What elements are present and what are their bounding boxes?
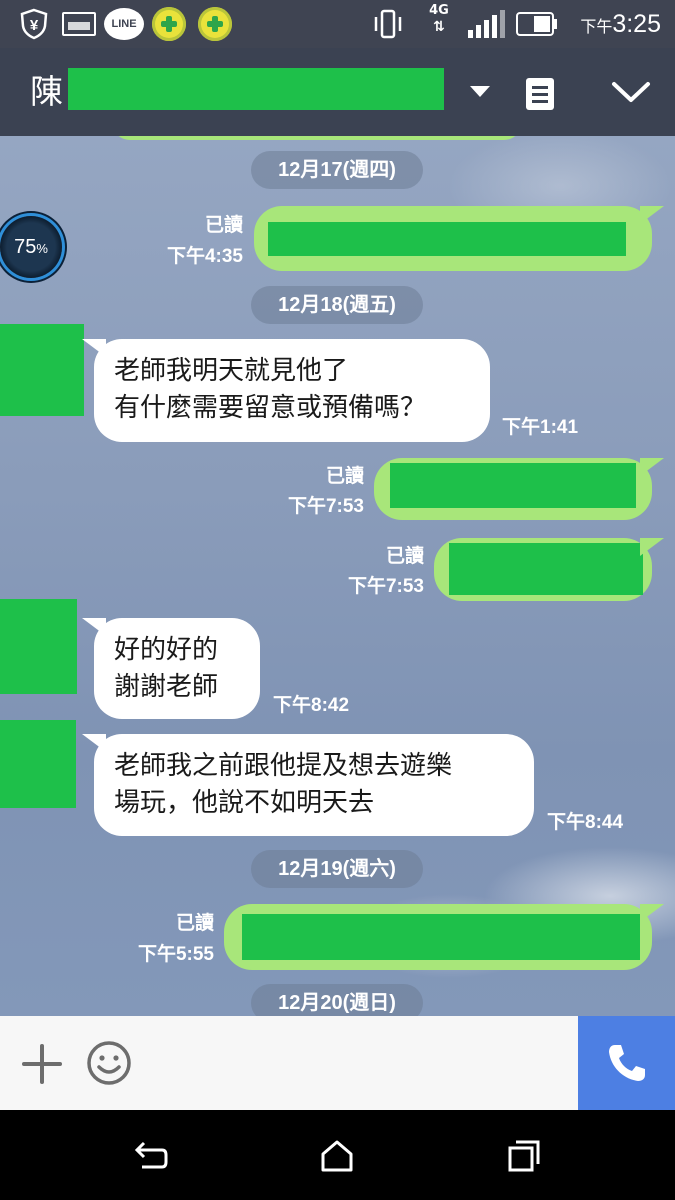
redacted-message — [390, 463, 636, 508]
status-clock: 下午3:25 — [580, 10, 661, 38]
avatar[interactable] — [0, 720, 76, 808]
battery-icon — [516, 12, 557, 36]
line-app-icon: LINE — [104, 8, 144, 40]
incoming-message-bubble[interactable]: 老師我之前跟他提及想去遊樂 場玩，他說不如明天去 — [82, 734, 534, 836]
plus-icon[interactable] — [22, 1044, 62, 1084]
status-bar: ¥ LINE 4G ⇅ 下午3:25 — [0, 0, 675, 48]
phone-icon — [609, 1045, 645, 1081]
emoji-icon[interactable] — [86, 1040, 132, 1086]
android-navigation-bar — [0, 1110, 675, 1200]
date-separator: 12月18(週五) — [251, 286, 423, 324]
outgoing-message-bubble[interactable] — [374, 458, 664, 520]
recents-icon[interactable] — [506, 1138, 542, 1174]
previous-bubble-edge — [112, 136, 522, 140]
chat-title[interactable]: 陳 — [30, 70, 63, 114]
read-receipt: 已讀 — [204, 215, 243, 236]
date-separator: 12月19(週六) — [251, 850, 423, 888]
home-icon[interactable] — [319, 1138, 355, 1174]
svg-text:¥: ¥ — [30, 17, 39, 34]
redacted-message — [268, 222, 626, 256]
picture-icon — [62, 12, 96, 36]
caret-down-icon[interactable] — [470, 86, 490, 97]
message-time: 下午8:44 — [547, 812, 624, 833]
plus-badge-icon — [152, 7, 186, 41]
redacted-message — [242, 914, 640, 960]
outgoing-message-bubble[interactable] — [434, 538, 664, 601]
read-receipt: 已讀 — [325, 466, 364, 487]
redacted-message — [449, 543, 643, 595]
back-icon[interactable] — [132, 1138, 168, 1174]
message-time: 下午1:41 — [502, 417, 579, 438]
date-separator: 12月17(週四) — [251, 151, 423, 189]
read-receipt: 已讀 — [385, 546, 424, 567]
message-time: 下午8:42 — [273, 695, 350, 716]
message-time: 下午7:53 — [347, 576, 424, 597]
message-input-bar — [0, 1016, 578, 1110]
shield-yen-icon: ¥ — [20, 8, 48, 40]
vibrate-icon — [374, 9, 402, 39]
call-button[interactable] — [578, 1016, 675, 1110]
signal-strength-icon — [468, 10, 505, 38]
message-time: 下午4:35 — [166, 246, 243, 267]
incoming-message-bubble[interactable]: 老師我明天就見他了 有什麼需要留意或預備嗎？ — [82, 339, 490, 442]
chevron-down-icon[interactable] — [610, 78, 652, 106]
plus-badge-icon — [198, 7, 232, 41]
read-receipt: 已讀 — [175, 913, 214, 934]
outgoing-message-bubble[interactable] — [224, 904, 664, 970]
incoming-message-bubble[interactable]: 好的好的 謝謝老師 — [82, 618, 260, 719]
outgoing-message-bubble[interactable] — [254, 206, 664, 271]
redacted-name — [68, 68, 444, 110]
chat-header: 陳 — [0, 48, 675, 136]
notes-icon[interactable] — [524, 76, 556, 112]
date-separator: 12月20(週日) — [251, 984, 423, 1016]
message-time: 下午7:53 — [287, 496, 364, 517]
avatar[interactable] — [0, 324, 84, 416]
chat-message-list[interactable]: 12月17(週四) 75% 已讀 下午4:35 12月18(週五) 老師我明天就… — [0, 136, 675, 1016]
avatar[interactable] — [0, 599, 77, 694]
network-type-indicator: 4G ⇅ — [429, 3, 449, 35]
progress-badge[interactable]: 75% — [0, 216, 62, 278]
message-time: 下午5:55 — [137, 944, 214, 965]
